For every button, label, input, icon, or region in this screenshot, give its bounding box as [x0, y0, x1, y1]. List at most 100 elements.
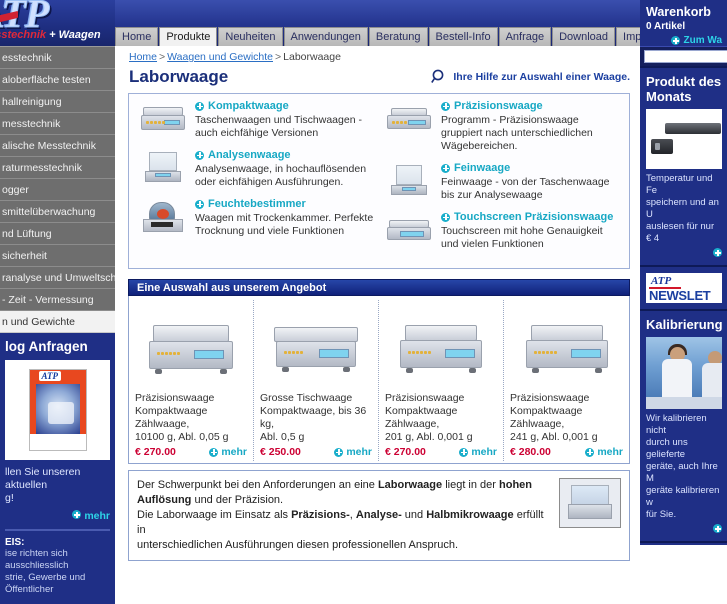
product-more-link-0[interactable]: mehr	[209, 446, 247, 458]
catalog-more-link[interactable]: mehr	[5, 510, 110, 522]
category-touchscreen-title[interactable]: Touchscreen Präzisionswaage	[441, 211, 621, 223]
product-more-link-3[interactable]: mehr	[585, 446, 623, 458]
category-title-text: Feuchtebestimmer	[208, 198, 306, 210]
sidebar-item-5[interactable]: raturmesstechnik	[0, 157, 115, 179]
tab-home[interactable]: Home	[115, 27, 159, 46]
description-scale-image	[559, 478, 621, 528]
product-card-2[interactable]: Präzisionswaage Kompaktwaage Zählwaage, …	[379, 300, 504, 461]
desc-bold-laborwaage: Laborwaage	[377, 479, 443, 491]
category-feinwaage[interactable]: Feinwaage Feinwaage - von der Taschenwaa…	[383, 162, 621, 202]
product-name-line1: Grosse Tischwaage	[260, 392, 353, 404]
sidebar-item-1[interactable]: aloberfläche testen	[0, 69, 115, 91]
plus-circle-icon	[72, 510, 82, 519]
compact-scale-icon	[137, 100, 189, 140]
sidebar-item-8[interactable]: nd Lüftung	[0, 223, 115, 245]
tab-anwendungen[interactable]: Anwendungen	[283, 27, 368, 46]
tab-download[interactable]: Download	[552, 27, 616, 46]
category-kompaktwaage-title[interactable]: Kompaktwaage	[195, 100, 375, 112]
sidebar-item-3[interactable]: messtechnik	[0, 113, 115, 135]
product-card-1[interactable]: Grosse Tischwaage Kompaktwaage, bis 36 k…	[254, 300, 379, 461]
category-analysenwaage-title[interactable]: Analysenwaage	[195, 149, 375, 161]
sidebar-item-6[interactable]: ogger	[0, 179, 115, 201]
category-feuchtebestimmer-title[interactable]: Feuchtebestimmer	[195, 198, 375, 210]
catalog-logo-text: ATP	[38, 371, 62, 381]
sidebar-item-waagen-und-gewichte[interactable]: n und Gewichte	[0, 311, 115, 333]
pom-more-link[interactable]	[646, 248, 722, 257]
category-praezisionswaage-title[interactable]: Präzisionswaage	[441, 100, 621, 112]
tab-beratung[interactable]: Beratung	[368, 27, 428, 46]
breadcrumb-home[interactable]: Home	[129, 51, 157, 63]
help-link[interactable]: Ihre Hilfe zur Auswahl einer Waage.	[431, 69, 630, 85]
category-feinwaage-title[interactable]: Feinwaage	[441, 162, 621, 174]
calibration-line2: durch uns gelieferte	[646, 437, 688, 460]
pom-title-line2: Monats	[646, 89, 692, 104]
product-more-link-1[interactable]: mehr	[334, 446, 372, 458]
desc-seg: Der Schwerpunkt bei den Anforderungen an…	[137, 479, 378, 491]
category-title-text: Touchscreen Präzisionswaage	[454, 211, 614, 223]
cart-link[interactable]: Zum Wa	[646, 35, 722, 46]
tab-anfrage[interactable]: Anfrage	[498, 27, 552, 46]
search-input[interactable]	[644, 50, 727, 63]
newsletter-banner[interactable]: ATP NEWSLET	[640, 265, 727, 309]
plus-circle-icon	[585, 447, 595, 457]
description-line3: unterschiedlichen Ausführungen diesen pr…	[137, 539, 459, 551]
product-image-3	[510, 304, 623, 392]
tab-produkte[interactable]: Produkte	[159, 27, 218, 46]
plus-circle-icon	[209, 447, 219, 457]
catalog-cover-image[interactable]: ATP	[5, 360, 110, 460]
product-price-0: € 270.00	[135, 446, 176, 458]
category-column-right: Präzisionswaage Programm - Präzisionswaa…	[379, 100, 625, 260]
pom-text-line3: auslesen für nur € 4	[646, 221, 715, 244]
sidebar-item-0[interactable]: esstechnik	[0, 47, 115, 69]
sidebar-item-2[interactable]: hallreinigung	[0, 91, 115, 113]
calibration-title: Kalibrierung	[646, 317, 723, 332]
category-feuchtebestimmer-desc: Waagen mit Trockenkammer. Perfekte Trock…	[195, 212, 374, 237]
pom-text-line2: speichern und an U	[646, 197, 719, 220]
breadcrumb-parent[interactable]: Waagen und Gewichte	[167, 51, 273, 63]
product-of-month-image[interactable]	[646, 109, 722, 169]
desc-seg: liegt in der	[442, 479, 500, 491]
product-card-3[interactable]: Präzisionswaage Kompaktwaage Zählwaage, …	[504, 300, 629, 461]
precision-scale-icon	[383, 100, 435, 140]
product-name-line2: Kompaktwaage, bis 36 kg,	[260, 405, 367, 430]
desc-bold-halbmikro: Halbmikrowaage	[426, 509, 514, 521]
category-title-text: Kompaktwaage	[208, 100, 289, 112]
page-root: ATP Messtechnik + Waagen esstechnik alob…	[0, 0, 727, 604]
tab-bestell-info[interactable]: Bestell-Info	[428, 27, 498, 46]
pom-text-line1: Temperatur und Fe	[646, 173, 713, 196]
category-praezisionswaage-desc: Programm - Präzisionswaage gruppiert nac…	[441, 114, 593, 152]
note-line1: ise richten sich ausschliesslich	[5, 548, 69, 571]
calibration-more-link[interactable]	[646, 524, 722, 533]
category-touchscreen-praezisionswaage[interactable]: Touchscreen Präzisionswaage Touchscreen …	[383, 211, 621, 251]
sidebar-item-11[interactable]: - Zeit - Vermessung	[0, 289, 115, 311]
sidebar-item-7[interactable]: smittelüberwachung	[0, 201, 115, 223]
category-panel: Kompaktwaage Taschenwaagen und Tischwaag…	[128, 93, 630, 269]
category-analysenwaage[interactable]: Analysenwaage Analysenwaage, in hochaufl…	[137, 149, 375, 189]
tab-neuheiten[interactable]: Neuheiten	[218, 27, 283, 46]
category-kompaktwaage[interactable]: Kompaktwaage Taschenwaagen und Tischwaag…	[137, 100, 375, 140]
sidebar-item-4[interactable]: alische Messtechnik	[0, 135, 115, 157]
product-card-0[interactable]: Präzisionswaage Kompaktwaage Zählwaage, …	[129, 300, 254, 461]
page-title-row: Laborwaage Ihre Hilfe zur Auswahl einer …	[115, 65, 640, 93]
product-price-3: € 280.00	[510, 446, 551, 458]
right-sidebar: Warenkorb 0 Artikel Zum Wa Produkt des Mo…	[640, 0, 727, 545]
product-more-link-2[interactable]: mehr	[459, 446, 497, 458]
desc-bold-analyse: Analyse-	[355, 509, 402, 521]
site-logo[interactable]: ATP Messtechnik + Waagen	[0, 0, 115, 46]
category-feuchtebestimmer[interactable]: Feuchtebestimmer Waagen mit Trockenkamme…	[137, 198, 375, 238]
plus-circle-icon	[195, 101, 204, 111]
product-name-line2: Kompaktwaage Zählwaage,	[135, 405, 208, 430]
logo-tagline-red: Messtechnik	[0, 29, 47, 41]
calibration-line3: geräte, auch Ihre M	[646, 461, 718, 484]
product-name-0: Präzisionswaage Kompaktwaage Zählwaage, …	[135, 392, 247, 444]
category-title-text: Präzisionswaage	[454, 100, 543, 112]
sidebar-item-10[interactable]: ranalyse und Umweltschutz	[0, 267, 115, 289]
breadcrumb-sep-2: >	[275, 51, 282, 63]
cart-count: 0 Artikel	[646, 21, 686, 32]
sidebar-item-9[interactable]: sicherheit	[0, 245, 115, 267]
cart-link-label: Zum Wa	[683, 35, 722, 46]
product-more-label: mehr	[346, 446, 372, 458]
newsletter-logo: ATP	[649, 274, 681, 289]
category-praezisionswaage[interactable]: Präzisionswaage Programm - Präzisionswaa…	[383, 100, 621, 153]
product-of-month-box: Produkt des Monats Temperatur und Fe spei…	[640, 66, 727, 265]
